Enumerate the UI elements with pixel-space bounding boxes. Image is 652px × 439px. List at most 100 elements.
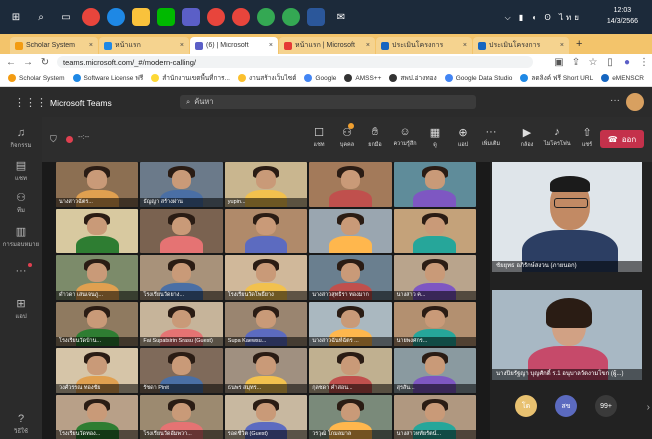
reload-icon[interactable]: ↻ [39,57,51,68]
more-options-icon[interactable]: ··· [610,95,620,106]
back-icon[interactable]: ← [5,57,17,68]
browser-tab[interactable]: หน้าแรก × [99,37,189,54]
participant-tile[interactable]: นางสาวฉัตร... [56,162,139,207]
close-tab-icon[interactable]: × [180,42,184,49]
participant-tile[interactable] [393,208,476,253]
participant-tile[interactable]: นางสาวฉันท์ฉัตร ... [309,301,392,346]
windows-start-icon[interactable]: ⊞ [7,8,25,26]
new-tab-button[interactable]: + [576,38,582,50]
participant-tile[interactable]: กุลชดา คำสอน... [309,348,392,393]
chrome-profile-icon[interactable] [232,8,250,26]
forward-icon[interactable]: → [22,57,34,68]
chrome-profile-icon[interactable] [207,8,225,26]
participant-tile[interactable]: โรงเรียนวัดโพธิ์ยาง [224,255,308,300]
participant-tile[interactable] [56,208,139,253]
participant-tile[interactable]: นางสาวหทัยรัตน์... [393,394,476,439]
search-input[interactable]: ค้นหา [194,96,213,108]
participant-avatar-bubble[interactable]: สข [555,395,577,417]
rail-item[interactable]: ▤ แชท [0,159,42,183]
chrome-profile-icon[interactable] [257,8,275,26]
speaker-video-2[interactable]: นางปิยรัฐญา บุญศักดิ์ ร.1 อนุบาลวัดงามโข… [492,290,642,380]
participant-tile[interactable]: Fai Supatsirin Srasu (Guest) [140,301,223,346]
bookmark-item[interactable]: งานสร้างเว็บไซต์ [237,73,296,83]
bookmark-item[interactable]: สำนักงานเขตพื้นที่การ... [151,73,230,83]
task-view-icon[interactable]: ▭ [57,8,75,26]
control-mic-off-button[interactable]: ♪ ไมโครโฟน [544,126,571,148]
clock[interactable]: 12:03 14/3/2566 [607,5,638,27]
url-bar[interactable]: teams.microsoft.com/_#/modern-calling/ [57,56,533,68]
edge-icon[interactable] [107,8,125,26]
search-box[interactable]: ⌕ ค้นหา [180,95,476,109]
rail-item[interactable]: ♫ กิจกรรม [0,127,42,150]
shield-icon[interactable]: ⛉ [50,134,57,145]
participant-tile[interactable]: Supa Kaewsu... [224,301,308,346]
chrome-profile-icon[interactable] [282,8,300,26]
rail-item[interactable]: ⚇ ทีม [0,191,42,215]
participant-tile[interactable] [309,162,392,207]
browser-tab[interactable]: ประเมินโครงการ × [376,37,472,54]
participant-tile[interactable]: yupin... [224,162,308,207]
bookmark-star-icon[interactable]: ☆ [587,57,599,68]
system-tray[interactable]: ⌵ ▮ ◖ ʘ ไทย [505,11,582,24]
participant-tile[interactable]: ดำวดา เสนเจนภู... [56,255,139,300]
control-view-button[interactable]: ▦ ดู [422,126,448,149]
control-people-button[interactable]: ⚇ บุคคล [334,126,360,149]
rail-item[interactable]: ⊞ แอป [0,297,42,321]
rail-item[interactable]: ? วิธีใช้ [0,413,42,436]
chrome-icon[interactable] [82,8,100,26]
close-tab-icon[interactable]: × [89,42,93,49]
bookmark-item[interactable]: ลดลิงค์ ฟรี Short URL [520,73,593,83]
line-app-icon[interactable] [157,8,175,26]
bookmark-item[interactable]: Google [304,74,336,82]
participant-tile[interactable]: ธัญญา สร้างผ่าน [140,162,223,207]
speaker-video-1[interactable]: ชัยยุทธ อภิรักษ์สงวน (ภายนอก) [492,162,642,272]
close-tab-icon[interactable]: × [269,42,273,49]
sidebar-icon[interactable]: ▯ [604,57,616,68]
control-share-button[interactable]: ⇧ แชร์ [574,126,600,149]
user-avatar[interactable] [626,93,644,111]
bookmark-item[interactable]: Scholar System [8,74,65,82]
bookmark-item[interactable]: AMSS++ [344,74,381,82]
browser-tab[interactable]: ประเมินโครงการ × [473,37,569,54]
browser-tab[interactable]: หน้าแรก | Microsoft × [279,37,375,54]
bookmark-item[interactable]: Software License ฟรี [72,73,143,83]
participant-avatar-bubble[interactable]: โด [515,395,537,417]
participant-tile[interactable]: วรวุฒิ โกมลมาล [309,394,392,439]
participant-tile[interactable] [393,162,476,207]
browser-tab[interactable]: (6) | Microsoft × [190,37,278,54]
participant-tile[interactable]: นางสาว ค... [393,255,476,300]
participant-tile[interactable]: โรงเรียนวัดทอง... [56,394,139,439]
participant-tile[interactable]: วงศ์วรรณ ทองชัย [56,348,139,393]
search-icon[interactable]: ⌕ [32,8,50,26]
participant-tile[interactable]: ธนพร สมุทร... [224,348,308,393]
share-page-icon[interactable]: ⇪ [570,57,582,68]
close-tab-icon[interactable]: × [560,42,564,49]
participant-tile[interactable]: นางสาวสุทธิรา ทองมาก [309,255,392,300]
control-react-button[interactable]: ☺ ความรู้สึก [392,126,418,148]
rail-item[interactable]: ▥ การมอบหมาย [0,225,42,249]
profile-icon[interactable]: ● [621,57,633,68]
control-add-app-button[interactable]: ⊕ แอป [450,126,476,149]
close-tab-icon[interactable]: × [463,42,467,49]
bookmark-item[interactable]: eMENSCR [601,74,644,82]
participant-tile[interactable]: โรงเรียนวัดบ้าน... [56,301,139,346]
participant-tile[interactable]: รอดชีวิต (Guest) [224,394,308,439]
participant-tile[interactable] [224,208,308,253]
chevron-right-icon[interactable]: › [647,402,650,413]
control-raise-hand-button[interactable]: ✋︎ ยกมือ [362,126,388,149]
rail-item[interactable]: ··· [0,265,42,278]
word-app-icon[interactable] [307,8,325,26]
app-launcher-icon[interactable]: ⋮⋮⋮ [14,96,47,109]
control-more-button[interactable]: ··· เพิ่มเติม [478,126,504,148]
participant-tile[interactable]: รัชดา Pinit [140,348,223,393]
control-chat-button[interactable]: ☐ แชท [306,126,332,149]
mail-icon[interactable]: ✉ [332,8,350,26]
file-explorer-icon[interactable] [132,8,150,26]
leave-button[interactable]: ☎ ออก [600,130,644,148]
participant-tile[interactable]: นายพงศกร... [393,301,476,346]
teams-app-icon[interactable] [182,8,200,26]
camera-indicator-icon[interactable]: ▣ [553,57,565,68]
participant-tile[interactable] [309,208,392,253]
browser-tab[interactable]: Scholar System × [10,37,98,54]
control-camera-off-button[interactable]: ▶ กล้อง [514,126,540,149]
